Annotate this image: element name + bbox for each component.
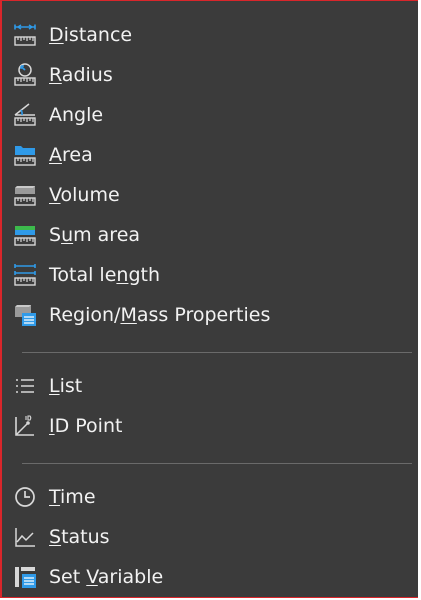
mnemonic: R: [49, 64, 62, 86]
mnemonic: V: [49, 184, 61, 206]
mnemonic: A: [49, 144, 62, 166]
mnemonic: n: [116, 264, 129, 286]
mnemonic: S: [49, 526, 62, 548]
menu-item-set-variable[interactable]: Set Variable: [12, 559, 163, 595]
menu-item-total-length[interactable]: Total length: [12, 257, 160, 293]
clock-icon: [12, 484, 38, 510]
menu-item-radius[interactable]: Radius: [12, 57, 113, 93]
distance-ruler-icon: [12, 22, 38, 48]
menu-item-id-point[interactable]: ID Point: [12, 408, 122, 444]
mnemonic: L: [49, 375, 60, 397]
menu-item-sum-area[interactable]: Sum area: [12, 217, 140, 253]
mnemonic: T: [49, 486, 61, 508]
mnemonic: M: [120, 304, 137, 326]
menu-item-list[interactable]: List: [12, 368, 82, 404]
angle-ruler-icon: [12, 102, 38, 128]
mnemonic: D: [49, 24, 64, 46]
mnemonic: u: [61, 224, 74, 246]
total-length-icon: [12, 262, 38, 288]
radius-ruler-icon: [12, 62, 38, 88]
id-point-icon: [12, 413, 38, 439]
volume-ruler-icon: [12, 182, 38, 208]
menu-item-status[interactable]: Status: [12, 519, 110, 555]
menu-item-time[interactable]: Time: [12, 479, 96, 515]
status-chart-icon: [12, 524, 38, 550]
menu-item-area[interactable]: Area: [12, 137, 93, 173]
menu-item-angle[interactable]: Angle: [12, 97, 103, 133]
menu-separator: [22, 352, 412, 353]
menu-item-volume[interactable]: Volume: [12, 177, 120, 213]
menu-item-region-mass-properties[interactable]: Region/Mass Properties: [12, 297, 270, 333]
inquiry-menu: Distance Radius Angle Area Volume Sum ar…: [0, 0, 418, 598]
mnemonic: V: [86, 566, 98, 588]
list-icon: [12, 373, 38, 399]
area-ruler-icon: [12, 142, 38, 168]
menu-separator: [22, 463, 412, 464]
sum-area-ruler-icon: [12, 222, 38, 248]
region-mass-properties-icon: [12, 302, 38, 328]
menu-item-distance[interactable]: Distance: [12, 17, 132, 53]
set-variable-icon: [12, 564, 38, 590]
